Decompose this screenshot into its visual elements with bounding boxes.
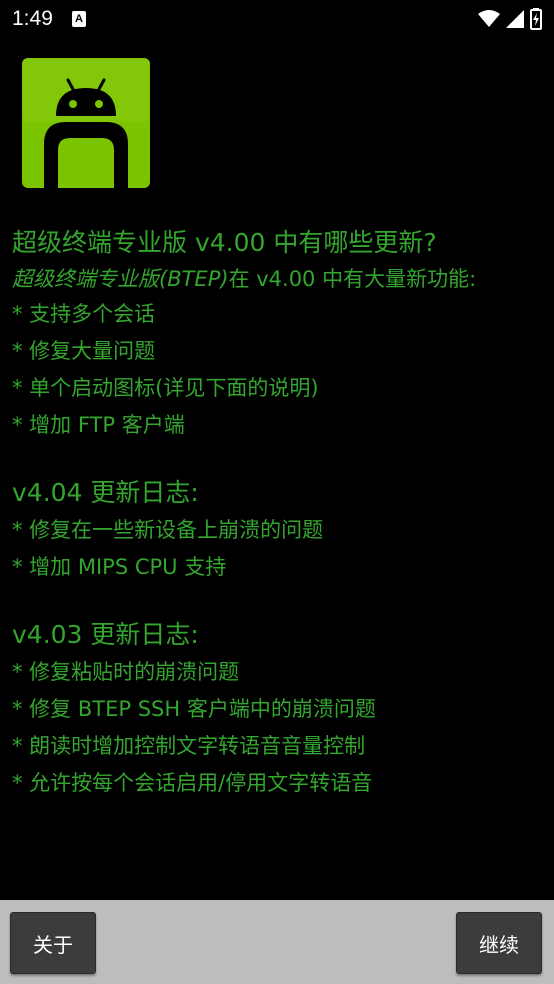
list-item: * 修复在一些新设备上崩溃的问题 (12, 518, 324, 542)
intro-product-name: 超级终端专业版(BTEP) (12, 267, 229, 291)
list-item: * 允许按每个会话启用/停用文字转语音 (12, 771, 373, 795)
signal-icon (506, 10, 524, 28)
release-notes-title: 超级终端专业版 v4.00 中有哪些更新? (12, 228, 437, 257)
list-item: * 修复大量问题 (12, 339, 156, 363)
battery-icon (530, 8, 542, 30)
wifi-icon (478, 10, 500, 27)
changelog-v404: v4.04 更新日志: * 修复在一些新设备上崩溃的问题 * 增加 MIPS C… (12, 474, 542, 586)
status-icons (478, 8, 542, 30)
changelog-v404-title: v4.04 更新日志: (12, 478, 199, 507)
list-item: * 修复 BTEP SSH 客户端中的崩溃问题 (12, 697, 376, 721)
list-item: * 朗读时增加控制文字转语音音量控制 (12, 734, 366, 758)
continue-button[interactable]: 继续 (456, 912, 542, 974)
release-notes-intro: 超级终端专业版(BTEP)在 v4.00 中有大量新功能: (12, 262, 542, 296)
notification-a-icon: A (72, 11, 86, 27)
list-item: * 单个启动图标(详见下面的说明) (12, 376, 319, 400)
status-bar: 1:49 A (0, 0, 554, 40)
changelog-v403: v4.03 更新日志: * 修复粘贴时的崩溃问题 * 修复 BTEP SSH 客… (12, 616, 542, 802)
changelog-v403-list: * 修复粘贴时的崩溃问题 * 修复 BTEP SSH 客户端中的崩溃问题 * 朗… (12, 654, 542, 802)
status-time: 1:49 (12, 7, 53, 30)
about-button[interactable]: 关于 (10, 912, 96, 974)
list-item: * 增加 FTP 客户端 (12, 413, 185, 437)
changelog-v404-list: * 修复在一些新设备上崩溃的问题 * 增加 MIPS CPU 支持 (12, 512, 542, 586)
bottom-button-bar: 关于 继续 (0, 900, 554, 984)
changelog-v403-title: v4.03 更新日志: (12, 620, 199, 649)
list-item: * 支持多个会话 (12, 302, 156, 326)
list-item: * 修复粘贴时的崩溃问题 (12, 660, 240, 684)
release-notes-list: * 支持多个会话 * 修复大量问题 * 单个启动图标(详见下面的说明) * 增加… (12, 296, 542, 444)
android-icon (22, 58, 150, 188)
list-item: * 增加 MIPS CPU 支持 (12, 555, 227, 579)
intro-text: 在 v4.00 中有大量新功能: (228, 267, 477, 291)
release-notes: 超级终端专业版 v4.00 中有哪些更新? 超级终端专业版(BTEP)在 v4.… (12, 224, 542, 802)
